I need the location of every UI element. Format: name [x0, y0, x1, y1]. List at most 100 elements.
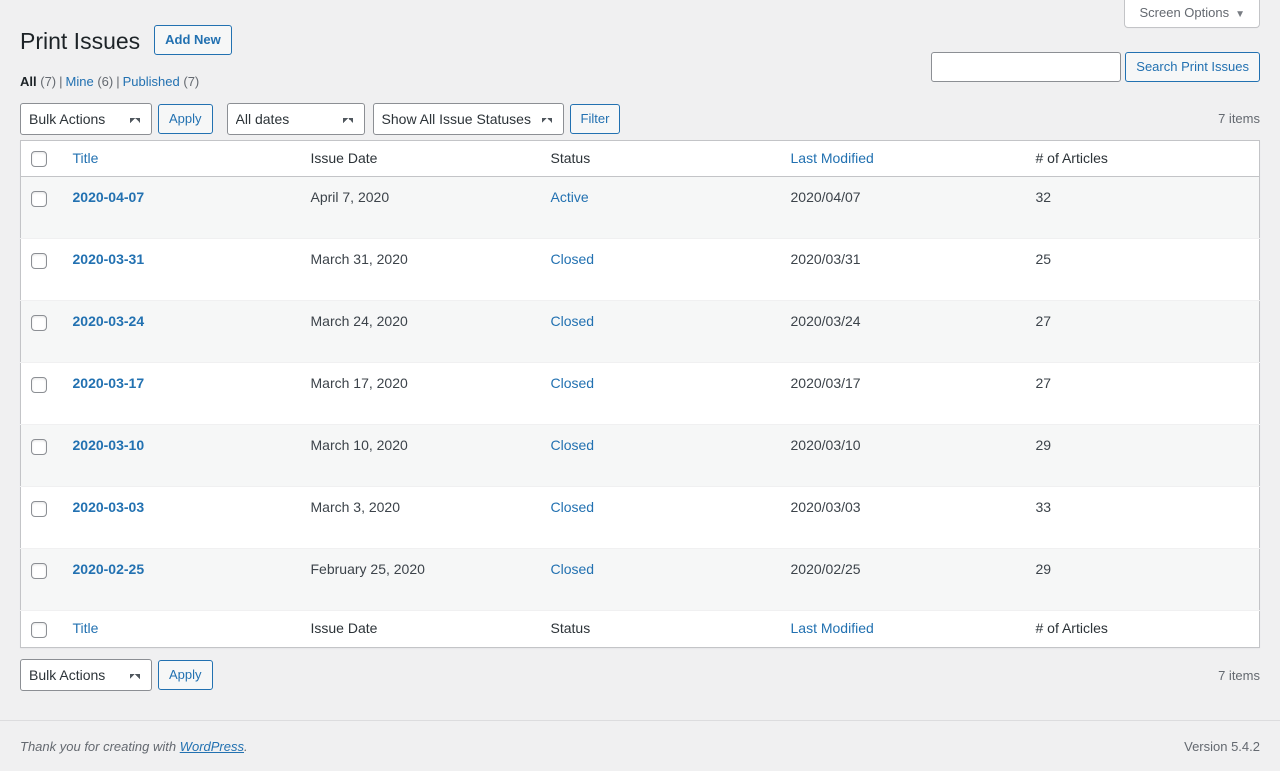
row-status-link[interactable]: Closed	[551, 561, 595, 577]
row-status-link[interactable]: Closed	[551, 437, 595, 453]
row-select-cell	[21, 425, 63, 487]
view-all: All (7) |	[20, 74, 66, 89]
row-issue-date: March 10, 2020	[310, 437, 408, 454]
select-all-checkbox-top[interactable]	[31, 151, 47, 168]
displaying-num-top: 7 items	[1218, 111, 1260, 127]
row-checkbox[interactable]	[31, 438, 47, 455]
column-header-last-modified: Last Modified	[780, 140, 1026, 177]
displaying-num-bottom: 7 items	[1218, 667, 1260, 683]
row-title-link[interactable]: 2020-03-24	[73, 313, 145, 329]
row-last-modified: 2020/03/10	[790, 437, 861, 454]
column-header-status: Status	[540, 140, 781, 177]
table-header-row: Title Issue Date Status Last Modified # …	[20, 140, 1260, 177]
row-checkbox[interactable]	[31, 500, 47, 517]
sort-title-link-footer[interactable]: Title	[73, 620, 99, 636]
row-last-modified: 2020/03/31	[790, 251, 861, 268]
sort-last-modified-link[interactable]: Last Modified	[791, 150, 874, 166]
bulk-actions-select-bottom[interactable]: Bulk Actions	[20, 659, 152, 692]
footer-thanks-suffix: .	[244, 738, 248, 754]
row-status-cell: Closed	[541, 487, 781, 549]
row-checkbox[interactable]	[31, 314, 47, 331]
column-footer-status: Status	[540, 610, 781, 648]
sort-last-modified-link-footer[interactable]: Last Modified	[791, 620, 874, 636]
bulk-apply-button-bottom[interactable]: Apply	[158, 660, 213, 691]
column-footer-num-articles: # of Articles	[1025, 610, 1260, 648]
row-status-cell: Closed	[541, 549, 781, 611]
row-select-cell	[21, 177, 63, 239]
row-select-cell	[21, 549, 63, 611]
row-status-link[interactable]: Active	[551, 189, 589, 205]
row-status-link[interactable]: Closed	[551, 251, 595, 267]
row-title-link[interactable]: 2020-03-31	[73, 251, 145, 267]
row-status-cell: Closed	[541, 239, 781, 301]
filter-button[interactable]: Filter	[569, 103, 621, 134]
row-last-modified: 2020/03/03	[790, 499, 861, 516]
row-last-modified: 2020/04/07	[790, 189, 861, 206]
select-all-checkbox-bottom[interactable]	[31, 621, 47, 638]
tablenav-bottom: Bulk Actions Apply 7 items	[20, 659, 1260, 692]
row-title-cell: 2020-03-24	[63, 301, 301, 363]
row-title-cell: 2020-03-31	[63, 239, 301, 301]
row-title-link[interactable]: 2020-04-07	[73, 189, 145, 205]
row-status-cell: Closed	[541, 301, 781, 363]
table-row: 2020-02-25 February 25, 2020 Closed 2020…	[20, 548, 1260, 611]
row-checkbox[interactable]	[31, 562, 47, 579]
page-wrap: Print Issues Add New Search Print Issues…	[0, 0, 1280, 692]
table-footer-row: Title Issue Date Status Last Modified # …	[20, 610, 1260, 648]
view-all-link[interactable]: All	[20, 74, 37, 89]
bulk-actions-select-top[interactable]: Bulk Actions	[20, 102, 152, 135]
row-status-link[interactable]: Closed	[551, 313, 595, 329]
wordpress-link[interactable]: WordPress	[180, 739, 244, 754]
search-submit-button[interactable]: Search Print Issues	[1125, 52, 1260, 82]
row-last-modified: 2020/02/25	[790, 561, 861, 578]
footer-version: Version 5.4.2	[1184, 738, 1260, 754]
view-mine-link[interactable]: Mine	[66, 74, 94, 89]
sort-title-link[interactable]: Title	[73, 150, 99, 166]
row-title-link[interactable]: 2020-03-10	[73, 437, 145, 453]
row-title-link[interactable]: 2020-03-17	[73, 375, 145, 391]
row-select-cell	[21, 487, 63, 549]
table-row: 2020-04-07 April 7, 2020 Active 2020/04/…	[20, 176, 1260, 239]
add-new-button[interactable]: Add New	[154, 25, 232, 56]
status-filter-select[interactable]: Show All Issue Statuses	[372, 102, 564, 135]
table-row: 2020-03-17 March 17, 2020 Closed 2020/03…	[20, 363, 1260, 425]
row-title-link[interactable]: 2020-03-03	[73, 499, 145, 515]
bulk-apply-button-top[interactable]: Apply	[158, 103, 213, 134]
row-issue-date: April 7, 2020	[310, 189, 390, 206]
row-status-cell: Closed	[541, 425, 781, 487]
search-input[interactable]	[931, 52, 1122, 82]
table-row: 2020-03-24 March 24, 2020 Closed 2020/03…	[20, 300, 1260, 363]
row-select-cell	[21, 301, 63, 363]
page-title: Print Issues	[20, 28, 141, 54]
row-checkbox[interactable]	[31, 190, 47, 207]
column-header-title: Title	[62, 140, 301, 177]
select-all-footer	[20, 610, 63, 648]
tablenav-top: Bulk Actions Apply All dates Show All Is…	[20, 102, 1260, 135]
row-title-cell: 2020-03-03	[63, 487, 301, 549]
view-published-link[interactable]: Published	[123, 74, 180, 89]
row-title-cell: 2020-02-25	[63, 549, 301, 611]
row-title-link[interactable]: 2020-02-25	[73, 561, 145, 577]
view-all-count: (7)	[40, 73, 57, 89]
date-filter-select[interactable]: All dates	[226, 102, 365, 135]
footer-thankyou: Thank you for creating with WordPress.	[20, 739, 1184, 754]
column-header-issue-date: Issue Date	[300, 140, 541, 177]
view-published: Published (7)	[123, 74, 200, 89]
row-checkbox[interactable]	[31, 376, 47, 393]
table-row: 2020-03-03 March 3, 2020 Closed 2020/03/…	[20, 487, 1260, 549]
row-select-cell	[21, 363, 63, 425]
row-title-cell: 2020-03-10	[63, 425, 301, 487]
view-mine: Mine (6) |	[66, 74, 123, 89]
row-status-link[interactable]: Closed	[551, 499, 595, 515]
view-mine-count: (6)	[97, 73, 114, 89]
table-foot: Title Issue Date Status Last Modified # …	[20, 610, 1260, 648]
row-checkbox[interactable]	[31, 252, 47, 269]
search-box: Search Print Issues	[931, 52, 1260, 82]
row-status-cell: Closed	[541, 363, 781, 425]
table-head: Title Issue Date Status Last Modified # …	[20, 140, 1260, 177]
row-num-articles: 29	[1035, 437, 1052, 454]
row-num-articles: 25	[1035, 251, 1052, 268]
row-issue-date: March 24, 2020	[310, 313, 408, 330]
row-num-articles: 29	[1035, 561, 1052, 578]
row-status-link[interactable]: Closed	[551, 375, 595, 391]
